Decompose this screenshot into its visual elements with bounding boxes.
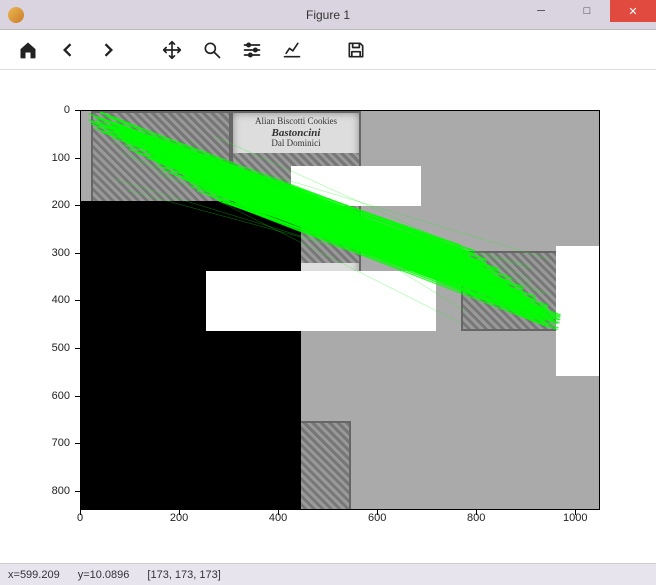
sliders-icon [242,40,262,60]
y-tick-label: 400 [52,294,70,306]
y-tick-label: 600 [52,390,70,402]
pan-button[interactable] [154,34,190,66]
home-icon [18,40,38,60]
edit-button[interactable] [274,34,310,66]
arrow-left-icon [58,40,78,60]
app-icon [8,7,24,23]
zoom-button[interactable] [194,34,230,66]
y-tick-label: 0 [64,104,70,116]
axes: Alian Biscotti Cookies Bastoncini Dal Do… [80,110,600,510]
status-x: x=599.209 [8,569,60,581]
x-ticks: 02004006008001000 [80,512,600,530]
image-region-topleft [91,111,231,206]
window-title: Figure 1 [306,8,350,22]
move-icon [162,40,182,60]
figure-canvas[interactable]: Alian Biscotti Cookies Bastoncini Dal Do… [0,70,656,563]
maximize-button[interactable]: □ [564,0,610,22]
status-bar: x=599.209 y=10.0896 [173, 173, 173] [0,563,656,585]
y-tick-label: 300 [52,247,70,259]
titlebar: Figure 1 ─ □ ✕ [0,0,656,30]
arrow-right-icon [98,40,118,60]
toolbar [0,30,656,70]
image-region-right [461,251,571,331]
y-tick-label: 200 [52,199,70,211]
close-button[interactable]: ✕ [610,0,656,22]
y-tick-label: 800 [52,485,70,497]
chart-icon [282,40,302,60]
white-region-2 [206,271,436,331]
y-tick-label: 100 [52,152,70,164]
back-button[interactable] [50,34,86,66]
package-label: Alian Biscotti Cookies Bastoncini Dal Do… [233,113,359,153]
black-region [81,201,301,510]
subplots-button[interactable] [234,34,270,66]
status-pixel: [173, 173, 173] [147,569,220,581]
forward-button[interactable] [90,34,126,66]
minimize-button[interactable]: ─ [518,0,564,22]
save-button[interactable] [338,34,374,66]
y-tick-label: 700 [52,437,70,449]
y-ticks: 0100200300400500600700800 [40,110,76,510]
save-icon [346,40,366,60]
status-y: y=10.0896 [78,569,130,581]
zoom-icon [202,40,222,60]
plot-area: Alian Biscotti Cookies Bastoncini Dal Do… [80,110,600,510]
white-region-1 [291,166,421,206]
window-buttons: ─ □ ✕ [518,0,656,22]
home-button[interactable] [10,34,46,66]
y-tick-label: 500 [52,342,70,354]
white-region-3 [556,246,600,376]
